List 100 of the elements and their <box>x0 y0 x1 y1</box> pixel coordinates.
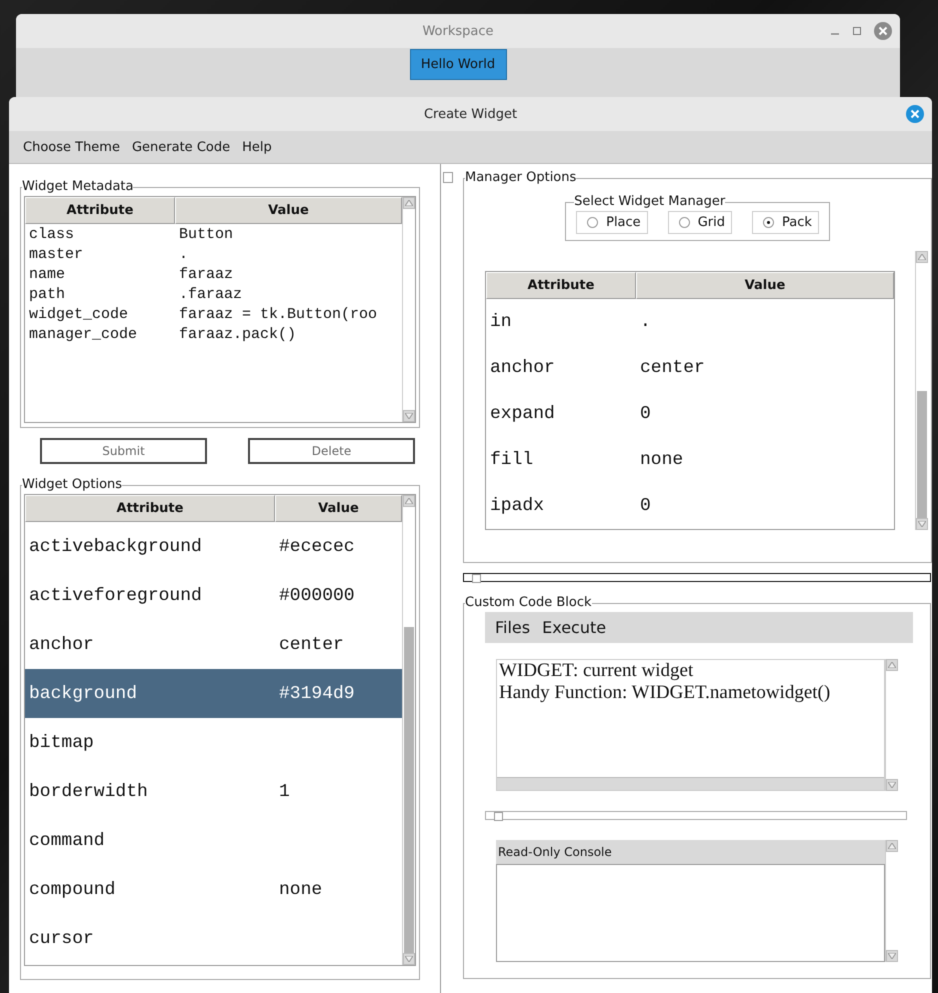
table-cell-text: ipadx <box>489 496 546 516</box>
action-button[interactable]: Submit <box>40 438 207 464</box>
window-title: Workspace <box>422 24 494 38</box>
table-cell-text: 1 <box>278 782 291 802</box>
table-row[interactable]: path .faraaz <box>25 284 402 304</box>
table-row[interactable]: anchor center <box>486 345 894 391</box>
table-cell-text: manager_code <box>28 326 138 342</box>
scroll-up-arrow-icon[interactable] <box>888 662 896 668</box>
hello-world-button[interactable]: Hello World <box>410 49 506 80</box>
table-cell-text: .faraaz <box>178 286 244 302</box>
vertical-scrollbar[interactable] <box>885 659 898 791</box>
table-cell-text: compound <box>28 880 116 900</box>
radio-option[interactable]: Pack <box>752 211 819 234</box>
pane-sash-handle[interactable] <box>494 812 503 821</box>
table-row[interactable]: cursor <box>25 914 402 963</box>
table-cell-text: faraaz.pack() <box>178 326 298 342</box>
close-icon[interactable] <box>874 22 892 40</box>
horizontal-scrollbar[interactable] <box>497 777 884 790</box>
vertical-scrollbar[interactable] <box>402 495 415 965</box>
radio-option[interactable]: Place <box>576 211 648 234</box>
table-row[interactable]: bitmap <box>25 718 402 767</box>
radio-option[interactable]: Grid <box>668 211 732 234</box>
table-row[interactable]: anchor center <box>25 620 402 669</box>
scroll-down-arrow-icon[interactable] <box>918 521 926 527</box>
scroll-up-arrow-icon[interactable] <box>888 843 896 849</box>
radio-icon[interactable] <box>587 217 598 228</box>
table-row[interactable]: name faraaz <box>25 264 402 284</box>
close-icon[interactable] <box>906 105 924 123</box>
group-title: Widget Metadata <box>22 180 134 194</box>
radio-icon[interactable] <box>678 217 690 228</box>
pane-sash-handle[interactable] <box>472 574 481 583</box>
scroll-up-arrow-icon[interactable] <box>405 498 413 504</box>
table-row[interactable]: ipadx 0 <box>486 483 894 529</box>
group-title: Manager Options <box>465 171 576 185</box>
radio-icon[interactable] <box>762 217 774 228</box>
table-row[interactable]: command <box>25 816 402 865</box>
table-cell-text: command <box>28 830 106 850</box>
group-title: Widget Options <box>22 478 122 492</box>
table-row[interactable]: borderwidth 1 <box>25 767 402 816</box>
column-header[interactable]: Attribute <box>486 272 636 299</box>
menu-item[interactable]: Help <box>236 140 278 154</box>
table-row[interactable]: widget_code faraaz = tk.Button(roo <box>25 304 402 324</box>
table-cell-text: fill <box>489 450 534 470</box>
group-title: Select Widget Manager <box>574 195 726 209</box>
table-row[interactable]: manager_code faraaz.pack() <box>25 324 402 344</box>
table-row[interactable]: expand 0 <box>486 391 894 437</box>
table-row[interactable]: activeforeground #000000 <box>25 571 402 620</box>
table-cell-text: name <box>28 266 66 282</box>
column-header[interactable]: Attribute <box>25 197 175 224</box>
table-cell-text: . <box>639 312 652 332</box>
table-row[interactable]: master . <box>25 244 402 264</box>
table-cell-text: background <box>28 684 138 704</box>
menu-item[interactable]: Files <box>489 618 536 637</box>
table-cell-text: bitmap <box>28 732 95 752</box>
action-button[interactable]: Delete <box>248 438 415 464</box>
menu-item[interactable]: Execute <box>536 618 612 637</box>
table-row[interactable]: compound none <box>25 865 402 914</box>
table-cell-text: #ececec <box>278 536 356 556</box>
table-cell-text: #3194d9 <box>278 684 356 704</box>
column-header[interactable]: Value <box>636 272 894 299</box>
table-cell-text: widget_code <box>28 306 130 322</box>
table-cell-text: cursor <box>28 928 95 948</box>
table-cell-text: faraaz = tk.Button(roo <box>178 306 378 322</box>
table-cell-text: anchor <box>28 634 95 654</box>
group-title: Custom Code Block <box>465 596 592 610</box>
table-row[interactable]: fill none <box>486 437 894 483</box>
scroll-down-arrow-icon[interactable] <box>888 782 896 788</box>
table-row[interactable]: activebackground #ececec <box>25 522 402 571</box>
table-cell-text: faraaz <box>178 266 234 282</box>
menu-item[interactable]: Generate Code <box>126 140 236 154</box>
table-cell-text: none <box>639 450 684 470</box>
scroll-down-arrow-icon[interactable] <box>405 956 413 962</box>
scroll-up-arrow-icon[interactable] <box>918 254 926 260</box>
column-header[interactable]: Value <box>175 197 402 224</box>
scroll-down-arrow-icon[interactable] <box>888 953 896 959</box>
table-cell-text: class <box>28 226 76 242</box>
maximize-icon[interactable] <box>852 26 862 36</box>
table-cell-text: borderwidth <box>28 782 149 802</box>
scroll-down-arrow-icon[interactable] <box>405 413 413 419</box>
window-title: Create Widget <box>424 106 518 122</box>
vertical-scrollbar[interactable] <box>885 840 898 962</box>
scroll-up-arrow-icon[interactable] <box>405 200 413 206</box>
table-cell-text: Button <box>178 226 234 242</box>
console-title: Read-Only Console <box>497 845 612 859</box>
table-cell-text: path <box>28 286 66 302</box>
table-cell-text: . <box>178 246 190 262</box>
menu-item[interactable]: Choose Theme <box>17 140 126 154</box>
table-row[interactable]: class Button <box>25 224 402 244</box>
table-row[interactable]: in . <box>486 299 894 345</box>
table-cell-text: center <box>278 634 345 654</box>
table-cell-text: activebackground <box>28 536 203 556</box>
column-header[interactable]: Attribute <box>25 495 275 522</box>
vertical-scrollbar[interactable] <box>402 197 415 422</box>
table-cell-text: 0 <box>639 404 652 424</box>
table-row[interactable]: background #3194d9 <box>25 669 402 718</box>
pane-sash-handle[interactable] <box>443 172 453 183</box>
table-cell-text: center <box>639 358 706 378</box>
column-header[interactable]: Value <box>275 495 402 522</box>
vertical-scrollbar[interactable] <box>915 251 928 530</box>
table-cell-text: 0 <box>639 496 652 516</box>
